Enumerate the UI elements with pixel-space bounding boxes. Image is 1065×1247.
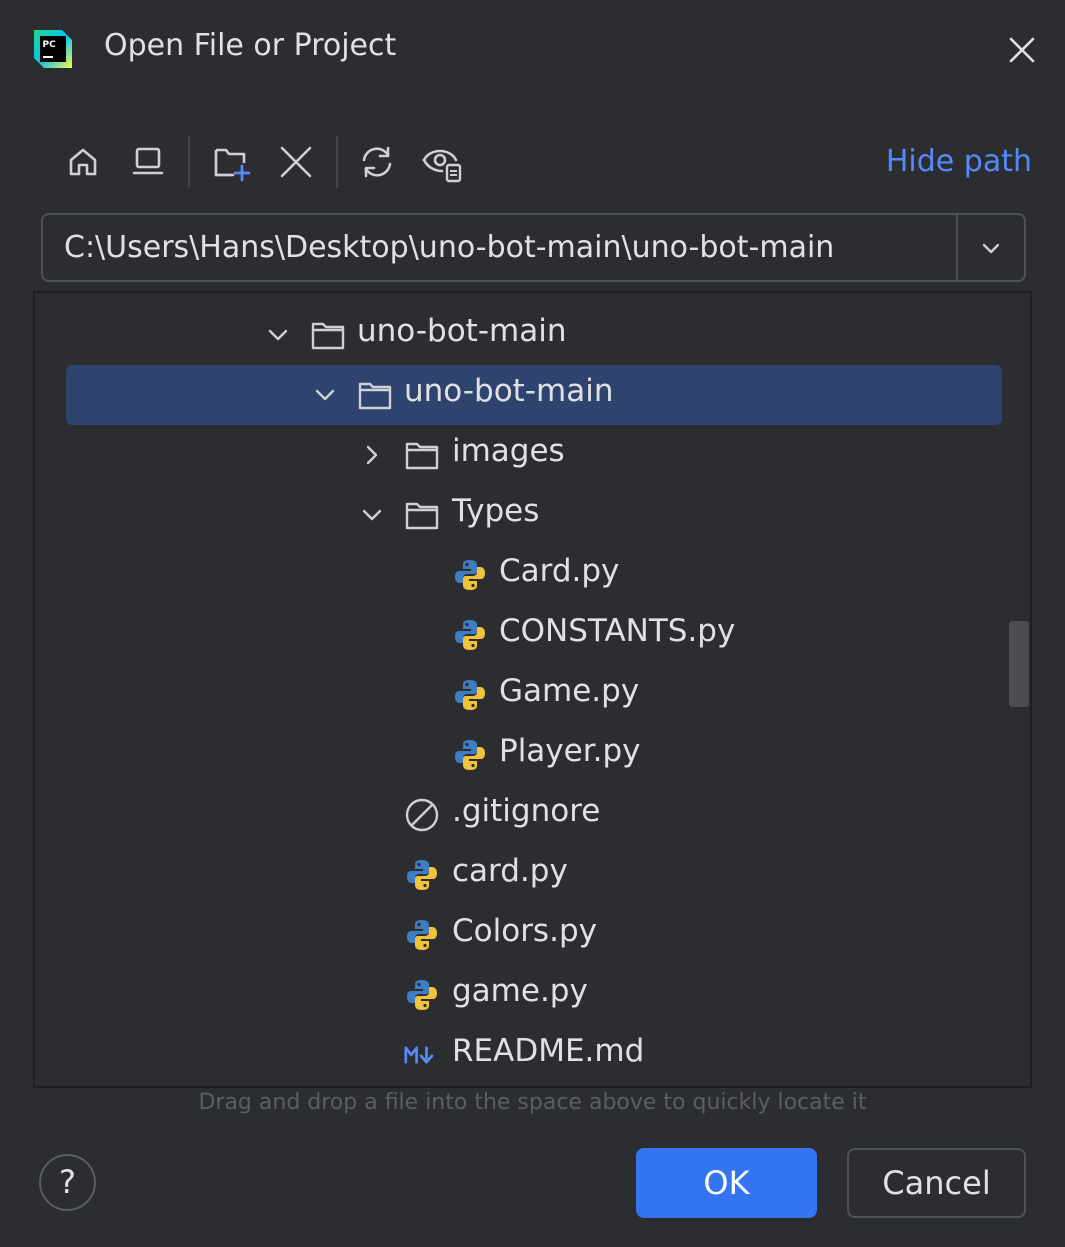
folder-icon xyxy=(405,442,439,470)
svg-text:PC: PC xyxy=(43,40,57,50)
tree-item-constants-py[interactable]: CONSTANTS.py xyxy=(35,605,1030,665)
folder-icon xyxy=(405,502,439,530)
python-file-icon xyxy=(455,620,485,650)
tree-item-label: images xyxy=(452,433,565,469)
tree-item-types[interactable]: Types xyxy=(35,485,1030,545)
home-icon xyxy=(69,148,97,176)
tree-item-player-py[interactable]: Player.py xyxy=(35,725,1030,785)
ok-button[interactable]: OK xyxy=(636,1148,817,1218)
tree-item-label: .gitignore xyxy=(452,793,601,829)
tree-item-game-py-types[interactable]: Game.py xyxy=(35,665,1030,725)
tree-item-label: Types xyxy=(452,493,540,529)
file-tree: uno-bot-main uno-bot-main images Types C… xyxy=(33,291,1032,1088)
toolbar-separator xyxy=(336,136,338,188)
folder-icon xyxy=(311,322,345,350)
show-hidden-files-button[interactable] xyxy=(420,140,464,184)
tree-item-label: game.py xyxy=(452,973,588,1009)
toolbar-separator xyxy=(188,136,190,188)
show-hidden-files-icon xyxy=(422,149,462,183)
tree-item-label: README.md xyxy=(452,1033,645,1069)
cancel-button[interactable]: Cancel xyxy=(847,1148,1026,1218)
desktop-icon xyxy=(132,147,164,175)
python-file-icon xyxy=(407,980,437,1010)
title-bar: PC Open File or Project xyxy=(0,0,1065,100)
tree-item-game-py[interactable]: game.py xyxy=(35,965,1030,1025)
new-folder-button[interactable] xyxy=(209,140,253,184)
tree-item-images[interactable]: images xyxy=(35,425,1030,485)
tree-item-readme-md[interactable]: README.md xyxy=(35,1025,1030,1085)
chevron-down-icon[interactable] xyxy=(311,381,339,409)
new-folder-icon xyxy=(214,148,251,182)
chevron-down-icon[interactable] xyxy=(264,321,292,349)
tree-item-label: uno-bot-main xyxy=(404,373,614,409)
tree-item-label: Player.py xyxy=(499,733,641,769)
markdown-file-icon xyxy=(404,1046,434,1064)
tree-item-uno-bot-main[interactable]: uno-bot-main xyxy=(35,305,1030,365)
ignored-file-icon xyxy=(405,798,439,832)
delete-button[interactable] xyxy=(274,140,318,184)
tree-item-label: Card.py xyxy=(499,553,620,589)
chevron-down-icon[interactable] xyxy=(358,501,386,529)
python-file-icon xyxy=(407,920,437,950)
tree-scrollbar[interactable] xyxy=(1009,621,1029,707)
python-file-icon xyxy=(407,860,437,890)
open-file-dialog: PC Open File or Project Hide path C:\Use… xyxy=(0,0,1065,1247)
help-button[interactable]: ? xyxy=(39,1154,96,1211)
tree-item-card-py-types[interactable]: Card.py xyxy=(35,545,1030,605)
tree-item-label: Game.py xyxy=(499,673,640,709)
tree-item-uno-bot-main-selected[interactable]: uno-bot-main xyxy=(35,365,1030,425)
drag-drop-hint: Drag and drop a file into the space abov… xyxy=(198,1090,867,1115)
tree-item-gitignore[interactable]: .gitignore xyxy=(35,785,1030,845)
toolbar: Hide path xyxy=(0,130,1065,196)
path-dropdown-button[interactable] xyxy=(956,215,1024,280)
delete-icon xyxy=(280,146,312,178)
tree-item-colors-py[interactable]: Colors.py xyxy=(35,905,1030,965)
folder-icon xyxy=(358,382,392,410)
tree-item-label: CONSTANTS.py xyxy=(499,613,736,649)
refresh-button[interactable] xyxy=(355,140,399,184)
dialog-title: Open File or Project xyxy=(104,28,397,63)
path-combo xyxy=(41,213,1026,282)
refresh-icon xyxy=(362,146,392,178)
path-input[interactable] xyxy=(43,215,957,280)
python-file-icon xyxy=(455,560,485,590)
chevron-right-icon[interactable] xyxy=(358,441,386,469)
python-file-icon xyxy=(455,740,485,770)
home-button[interactable] xyxy=(61,140,105,184)
chevron-down-icon xyxy=(982,243,1000,253)
python-file-icon xyxy=(455,680,485,710)
tree-item-card-py[interactable]: card.py xyxy=(35,845,1030,905)
hide-path-link[interactable]: Hide path xyxy=(886,144,1032,179)
tree-item-label: uno-bot-main xyxy=(357,313,567,349)
pycharm-logo-icon: PC xyxy=(34,30,72,68)
tree-item-label: Colors.py xyxy=(452,913,597,949)
close-icon[interactable] xyxy=(1004,32,1040,68)
tree-item-label: card.py xyxy=(452,853,568,889)
desktop-button[interactable] xyxy=(126,140,170,184)
